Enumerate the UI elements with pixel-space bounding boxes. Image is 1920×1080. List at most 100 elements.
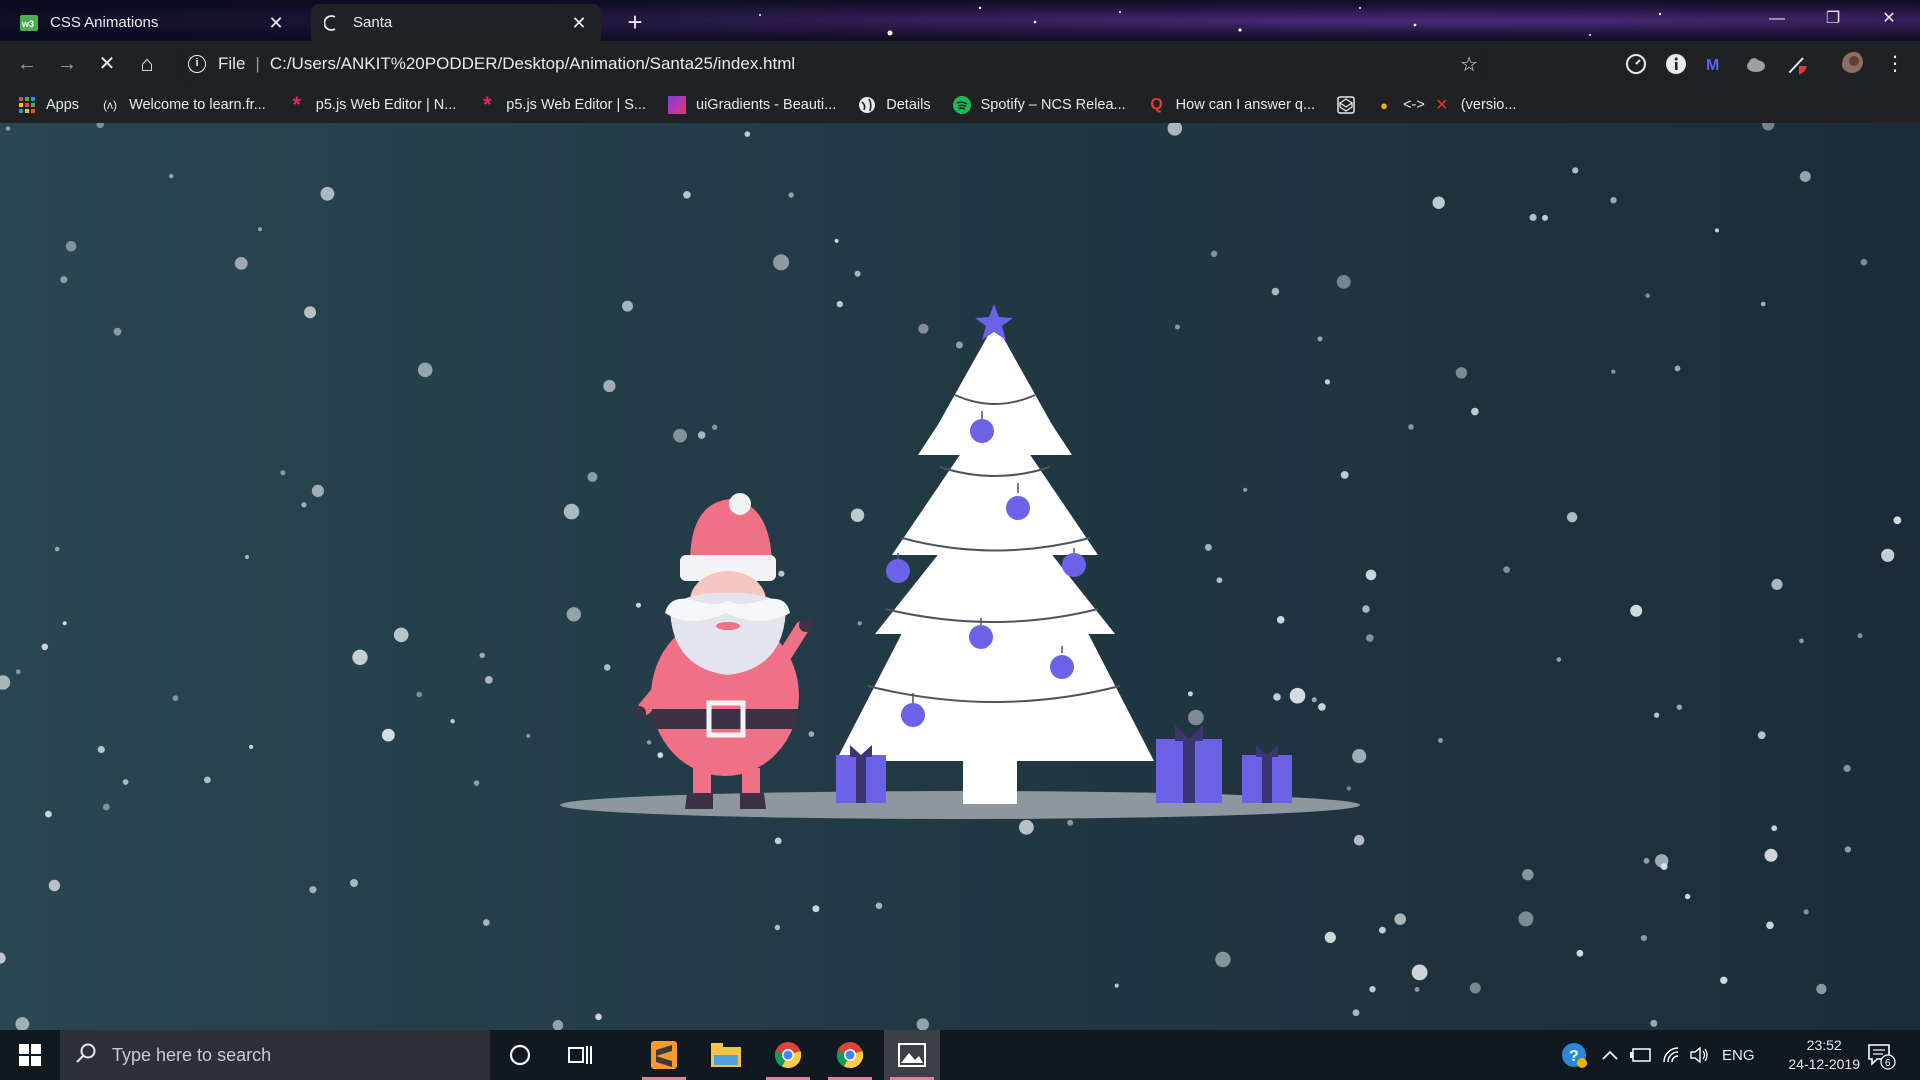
- help-icon[interactable]: ?: [1560, 1030, 1588, 1080]
- home-button[interactable]: ⌂: [132, 49, 162, 79]
- snowflake: [62, 621, 67, 626]
- bookmark-star-icon[interactable]: ☆: [1460, 52, 1478, 77]
- bookmark-p5js-1[interactable]: * p5.js Web Editor | N...: [288, 92, 457, 117]
- snowflake: [1289, 687, 1306, 704]
- bookmark-code-arrows[interactable]: ● <->: [1375, 96, 1425, 114]
- snowflake: [697, 431, 706, 439]
- search-placeholder: Type here to search: [112, 1044, 272, 1065]
- bookmarks-bar: Apps (ʌ) Welcome to learn.fr... * p5.js …: [0, 87, 1920, 123]
- bookmark-details[interactable]: Details: [858, 96, 931, 114]
- bookmark-quora[interactable]: Q How can I answer q...: [1148, 96, 1315, 114]
- maximize-button[interactable]: ❐: [1810, 4, 1856, 34]
- system-clock[interactable]: 23:52 24-12-2019: [1788, 1036, 1860, 1074]
- spotify-icon: [952, 96, 971, 114]
- tab-close-button[interactable]: ✕: [266, 13, 286, 33]
- snowflake: [249, 744, 254, 750]
- m-extension-icon[interactable]: M: [1705, 53, 1727, 75]
- snowflake: [1455, 367, 1468, 379]
- file-explorer-icon[interactable]: [698, 1030, 754, 1080]
- snowflake: [257, 227, 263, 232]
- snowflake: [417, 362, 433, 378]
- snowflake: [1411, 964, 1428, 981]
- tab-title: Santa: [353, 14, 393, 31]
- tab-css-animations[interactable]: w3 CSS Animations ✕: [8, 4, 298, 41]
- red-x-icon: ✕: [1435, 97, 1449, 114]
- snowflake: [834, 238, 839, 243]
- snowflake: [1844, 846, 1851, 853]
- santa-character: [632, 493, 813, 809]
- gauge-extension-icon[interactable]: [1625, 53, 1647, 75]
- stop-loading-button[interactable]: ✕: [92, 49, 122, 79]
- show-hidden-icons-chevron-icon[interactable]: [1602, 1030, 1618, 1080]
- info-extension-icon[interactable]: [1665, 53, 1687, 75]
- bookmark-freecodecamp[interactable]: (ʌ) Welcome to learn.fr...: [101, 96, 266, 114]
- browser-menu-button[interactable]: ⋮: [1880, 49, 1910, 79]
- snowflake: [1611, 369, 1616, 374]
- snowflake: [1556, 657, 1562, 662]
- tab-santa[interactable]: Santa ✕: [311, 4, 601, 41]
- snowflake: [918, 323, 929, 334]
- loading-spinner-icon: [323, 14, 341, 32]
- cloud-extension-icon[interactable]: [1745, 53, 1767, 75]
- back-button[interactable]: ←: [12, 49, 42, 79]
- bookmark-apps[interactable]: Apps: [18, 96, 79, 114]
- photos-icon[interactable]: [884, 1030, 940, 1080]
- snowflake: [450, 719, 455, 724]
- snowflake: [1566, 512, 1578, 523]
- snowflake: [122, 779, 129, 785]
- snowflake: [1352, 1009, 1360, 1017]
- minimize-button[interactable]: —: [1754, 4, 1800, 34]
- address-bar[interactable]: i File | C:/Users/ANKIT%20PODDER/Desktop…: [176, 46, 1488, 82]
- snowflake: [1365, 569, 1377, 581]
- language-indicator[interactable]: ENG: [1722, 1030, 1755, 1080]
- snowflake: [320, 186, 335, 201]
- cortana-circle-icon[interactable]: [492, 1030, 548, 1080]
- browser-toolbar: ← → ✕ ⌂ i File | C:/Users/ANKIT%20PODDER…: [0, 41, 1920, 87]
- url-separator: |: [255, 54, 260, 73]
- volume-icon[interactable]: [1690, 1030, 1710, 1080]
- snowflake: [812, 905, 820, 913]
- taskbar-search-box[interactable]: Type here to search: [60, 1030, 490, 1080]
- chrome-icon[interactable]: [822, 1030, 878, 1080]
- bookmark-spotify[interactable]: Spotify – NCS Relea...: [952, 96, 1126, 114]
- snowflake: [1353, 834, 1365, 846]
- sublime-text-icon[interactable]: [636, 1030, 692, 1080]
- w3schools-icon: w3: [20, 14, 38, 32]
- snowflake: [15, 1017, 30, 1030]
- snowflake: [1518, 911, 1534, 927]
- pen-extension-icon[interactable]: [1785, 53, 1807, 75]
- notifications-icon[interactable]: 6: [1866, 1030, 1896, 1080]
- url-scheme: File: [218, 54, 246, 73]
- snowflake: [1893, 516, 1902, 525]
- snowflake: [774, 924, 781, 931]
- snowflake: [1210, 250, 1218, 257]
- bookmark-version[interactable]: ✕ (versio...: [1433, 96, 1516, 114]
- wifi-icon[interactable]: [1662, 1030, 1682, 1080]
- bookmark-label: How can I answer q...: [1175, 97, 1316, 113]
- chrome-icon[interactable]: [760, 1030, 816, 1080]
- snowflake: [646, 740, 652, 745]
- snowflake: [1336, 275, 1351, 289]
- bookmark-p5js-2[interactable]: * p5.js Web Editor | S...: [478, 92, 646, 117]
- snowflake: [473, 780, 480, 786]
- title-bar: w3 CSS Animations ✕ Santa ✕ + — ❐ ✕: [0, 0, 1920, 41]
- tab-close-button[interactable]: ✕: [569, 13, 589, 33]
- snowflake: [309, 886, 317, 894]
- bookmark-codepen[interactable]: [1337, 96, 1365, 114]
- profile-avatar[interactable]: [1841, 51, 1863, 73]
- bookmark-uigradients[interactable]: uiGradients - Beauti...: [668, 96, 836, 114]
- new-tab-button[interactable]: +: [620, 8, 650, 38]
- close-window-button[interactable]: ✕: [1866, 4, 1912, 34]
- snowflake: [1438, 738, 1443, 743]
- start-button[interactable]: [0, 1030, 60, 1080]
- task-view-icon[interactable]: [552, 1030, 608, 1080]
- snowflake: [1175, 324, 1180, 330]
- forward-button[interactable]: →: [52, 49, 82, 79]
- url-text[interactable]: C:/Users/ANKIT%20PODDER/Desktop/Animatio…: [270, 54, 795, 74]
- snowflake: [1764, 848, 1778, 862]
- snowflake: [1271, 287, 1280, 296]
- battery-icon[interactable]: [1630, 1030, 1652, 1080]
- site-info-icon[interactable]: i: [188, 55, 206, 73]
- snowflake: [603, 379, 616, 393]
- snowflake: [1340, 471, 1349, 479]
